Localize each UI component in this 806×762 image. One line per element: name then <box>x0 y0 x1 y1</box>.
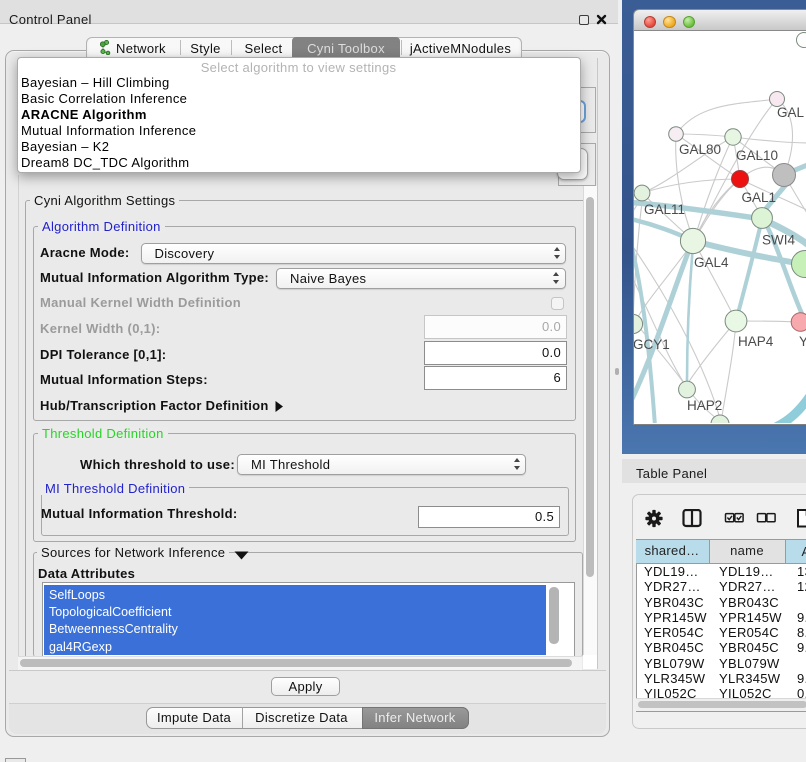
svg-text:GAL11: GAL11 <box>644 202 685 217</box>
svg-text:GAL10: GAL10 <box>736 148 778 163</box>
svg-text:HAP4: HAP4 <box>738 334 774 349</box>
svg-text:GAL: GAL <box>777 105 805 120</box>
svg-text:HAP2: HAP2 <box>687 398 722 413</box>
svg-text:GAL80: GAL80 <box>679 142 721 157</box>
svg-text:GAL4: GAL4 <box>694 255 729 270</box>
svg-text:SWI4: SWI4 <box>762 233 795 248</box>
svg-text:GAL1: GAL1 <box>742 190 777 205</box>
svg-text:GCY1: GCY1 <box>634 337 670 352</box>
svg-text:Y: Y <box>799 334 806 349</box>
